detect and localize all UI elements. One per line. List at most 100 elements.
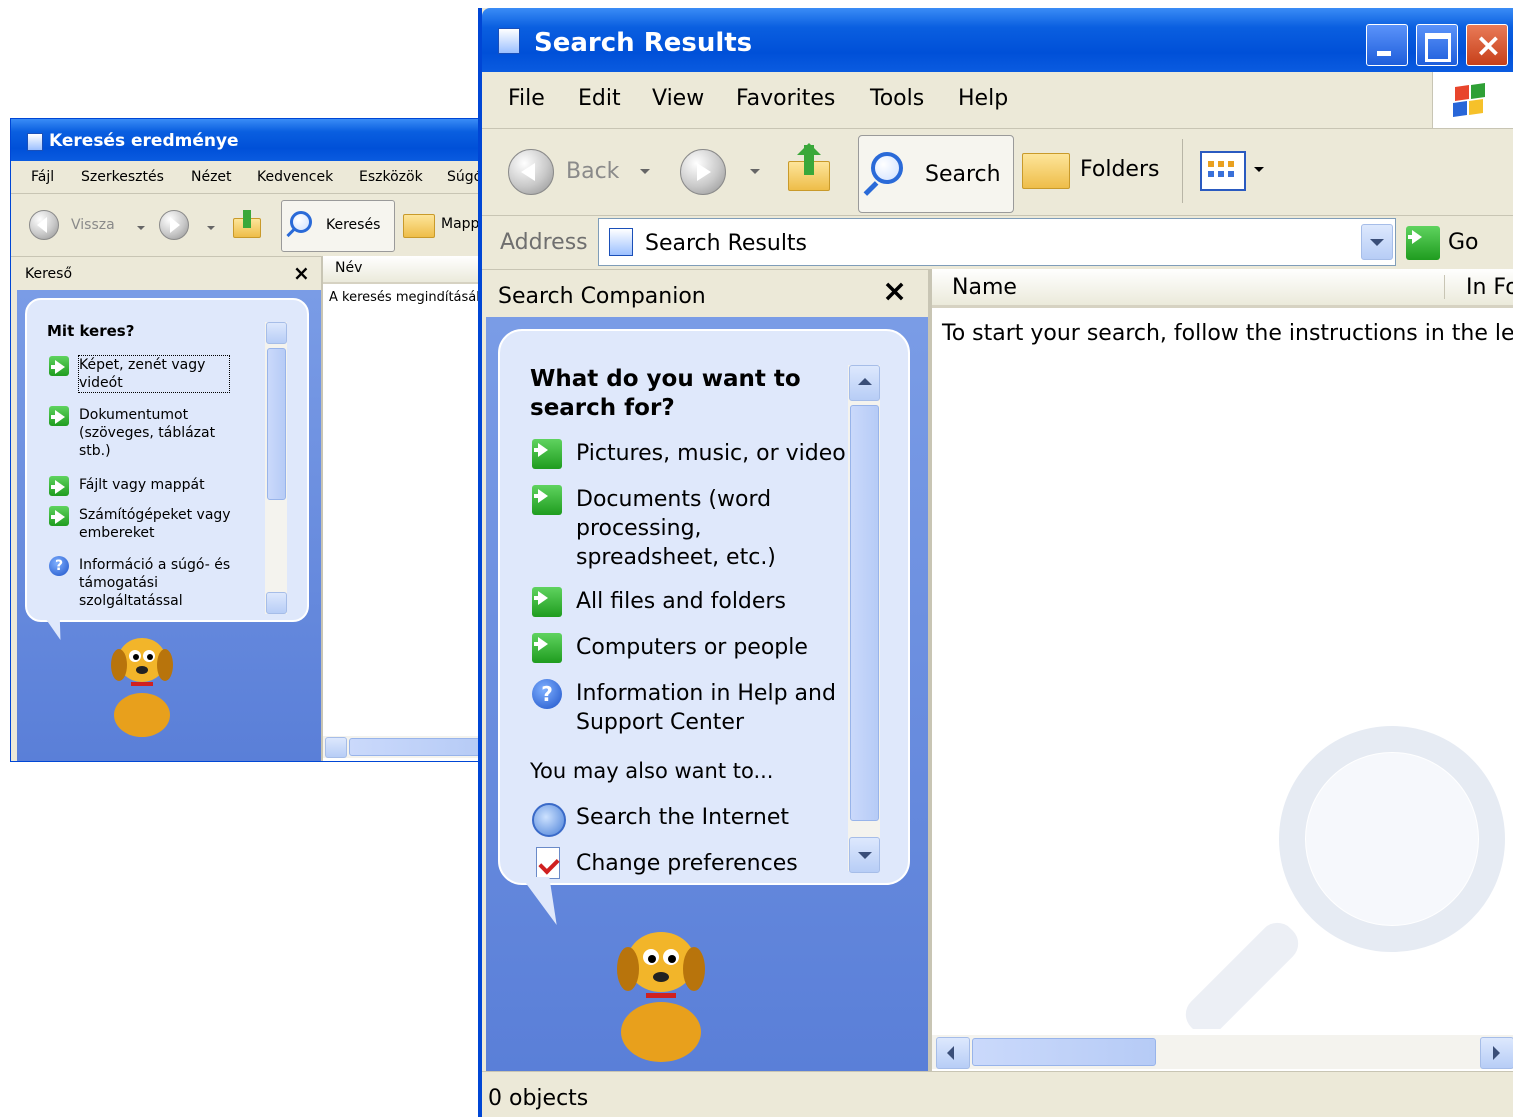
front-search-button[interactable]: Search <box>858 135 1014 213</box>
front-window-title: Search Results <box>534 28 753 58</box>
address-input[interactable]: Search Results <box>598 218 1396 266</box>
front-option-documents[interactable]: Documents (word processing, spreadsheet,… <box>576 485 786 572</box>
back-sidebar: Mit keres? Képet, zenét vagy videót Doku… <box>17 290 321 761</box>
front-option-computers[interactable]: Computers or people <box>576 633 856 662</box>
green-arrow-icon[interactable] <box>532 587 562 617</box>
back-hscrollbar[interactable] <box>323 736 481 758</box>
forward-dropdown-icon[interactable] <box>207 226 215 230</box>
maximize-button[interactable] <box>1416 24 1458 66</box>
front-address-bar: Address Search Results Go <box>482 215 1513 270</box>
up-folder-icon[interactable] <box>233 210 263 238</box>
folders-icon[interactable] <box>403 214 435 238</box>
front-option-files[interactable]: All files and folders <box>576 587 856 616</box>
hscroll-thumb[interactable] <box>972 1038 1156 1066</box>
search-icon <box>871 152 903 184</box>
front-sidebar: What do you want to search for? Pictures… <box>486 317 928 1071</box>
back-search-label: Keresés <box>326 217 381 233</box>
back-window: Keresés eredménye Fájl Szerkesztés Nézet… <box>10 118 482 762</box>
scroll-up-button[interactable] <box>266 322 287 344</box>
menu-view[interactable]: Nézet <box>191 169 232 185</box>
close-button[interactable]: × <box>1466 24 1508 66</box>
column-in-folder[interactable]: In Fo <box>1466 275 1513 300</box>
forward-arrow-icon[interactable] <box>159 210 189 240</box>
back-dropdown-icon[interactable] <box>640 169 650 174</box>
scroll-down-button[interactable] <box>266 592 287 614</box>
back-button[interactable]: Back <box>508 149 658 195</box>
window-icon <box>498 28 520 54</box>
back-companion-bubble: Mit keres? Képet, zenét vagy videót Doku… <box>25 298 309 622</box>
green-arrow-icon[interactable] <box>49 356 69 376</box>
menu-view[interactable]: View <box>652 86 704 111</box>
back-label: Back <box>566 159 620 184</box>
scroll-left-button[interactable] <box>325 737 347 758</box>
menu-file[interactable]: File <box>508 86 545 111</box>
menu-help[interactable]: Súgó <box>447 169 481 185</box>
front-option-preferences[interactable]: Change preferences <box>576 849 856 878</box>
menu-favorites[interactable]: Favorites <box>736 86 835 111</box>
back-dropdown-icon[interactable] <box>137 226 145 230</box>
minimize-button[interactable] <box>1366 24 1408 66</box>
front-option-help[interactable]: Information in Help and Support Center <box>576 679 836 737</box>
scroll-right-button[interactable] <box>1480 1037 1513 1069</box>
go-label[interactable]: Go <box>1448 230 1479 255</box>
back-column-header[interactable]: Név <box>323 256 481 284</box>
scroll-thumb[interactable] <box>267 348 286 500</box>
green-arrow-icon[interactable] <box>532 439 562 469</box>
scroll-left-button[interactable] <box>936 1037 970 1069</box>
forward-arrow-icon[interactable] <box>680 149 726 195</box>
menu-edit[interactable]: Szerkesztés <box>81 169 164 185</box>
back-folders-label[interactable]: Mappák <box>441 216 481 232</box>
front-hscrollbar[interactable] <box>932 1035 1513 1069</box>
front-pane-close-icon[interactable]: × <box>882 274 907 309</box>
front-menu-bar: File Edit View Favorites Tools Help <box>482 72 1513 128</box>
preferences-icon[interactable] <box>536 847 560 879</box>
up-folder-icon[interactable] <box>788 143 834 191</box>
column-separator[interactable] <box>1444 275 1445 299</box>
hscroll-thumb[interactable] <box>349 738 481 756</box>
front-option-pictures[interactable]: Pictures, music, or video <box>576 439 856 468</box>
back-option-files[interactable]: Fájlt vagy mappát <box>79 476 249 494</box>
green-arrow-icon[interactable] <box>49 506 69 526</box>
menu-file[interactable]: Fájl <box>31 169 54 185</box>
back-title-bar[interactable]: Keresés eredménye <box>11 119 481 161</box>
scroll-thumb[interactable] <box>850 405 879 821</box>
back-pane-title: Kereső <box>25 266 73 282</box>
green-arrow-icon[interactable] <box>49 406 69 426</box>
back-option-help[interactable]: Információ a súgó- és támogatási szolgál… <box>79 556 249 610</box>
back-option-computers[interactable]: Számítógépeket vagy embereket <box>79 506 249 542</box>
back-button[interactable]: Vissza <box>29 210 129 240</box>
watermark-magnifier-icon <box>1185 726 1505 1029</box>
forward-dropdown-icon[interactable] <box>750 169 760 174</box>
menu-tools[interactable]: Tools <box>870 86 924 111</box>
scroll-down-button[interactable] <box>849 837 880 873</box>
back-search-button[interactable]: Keresés <box>281 200 395 252</box>
back-companion-heading: Mit keres? <box>47 322 135 340</box>
help-icon[interactable]: ? <box>532 679 562 709</box>
front-option-search-internet[interactable]: Search the Internet <box>576 803 856 832</box>
menu-favorites[interactable]: Kedvencek <box>257 169 333 185</box>
green-arrow-icon[interactable] <box>532 633 562 663</box>
address-dropdown-button[interactable] <box>1361 224 1393 260</box>
dog-assistant-icon[interactable] <box>97 620 187 740</box>
go-arrow-icon[interactable] <box>1406 226 1440 260</box>
menu-tools[interactable]: Eszközök <box>359 169 423 185</box>
help-icon[interactable]: ? <box>49 556 69 576</box>
back-toolbar: Vissza Keresés Mappák <box>11 194 481 256</box>
front-title-bar[interactable]: Search Results × <box>482 8 1513 72</box>
internet-search-icon[interactable] <box>532 803 566 837</box>
toolbar-divider <box>1182 139 1183 203</box>
menu-help[interactable]: Help <box>958 86 1008 111</box>
column-name[interactable]: Name <box>952 275 1017 300</box>
back-pane-close-icon[interactable]: × <box>293 261 310 285</box>
green-arrow-icon[interactable] <box>49 476 69 496</box>
back-option-pictures[interactable]: Képet, zenét vagy videót <box>78 355 230 393</box>
back-option-documents[interactable]: Dokumentumot (szöveges, táblázat stb.) <box>79 406 239 460</box>
green-arrow-icon[interactable] <box>532 485 562 515</box>
views-button[interactable] <box>1200 151 1270 191</box>
menu-edit[interactable]: Edit <box>578 86 621 111</box>
scroll-up-button[interactable] <box>849 365 880 401</box>
back-companion-scrollbar[interactable] <box>265 322 287 614</box>
dog-assistant-icon[interactable] <box>596 907 726 1067</box>
folders-button[interactable]: Folders <box>1022 149 1172 193</box>
front-companion-scrollbar[interactable] <box>848 365 880 873</box>
